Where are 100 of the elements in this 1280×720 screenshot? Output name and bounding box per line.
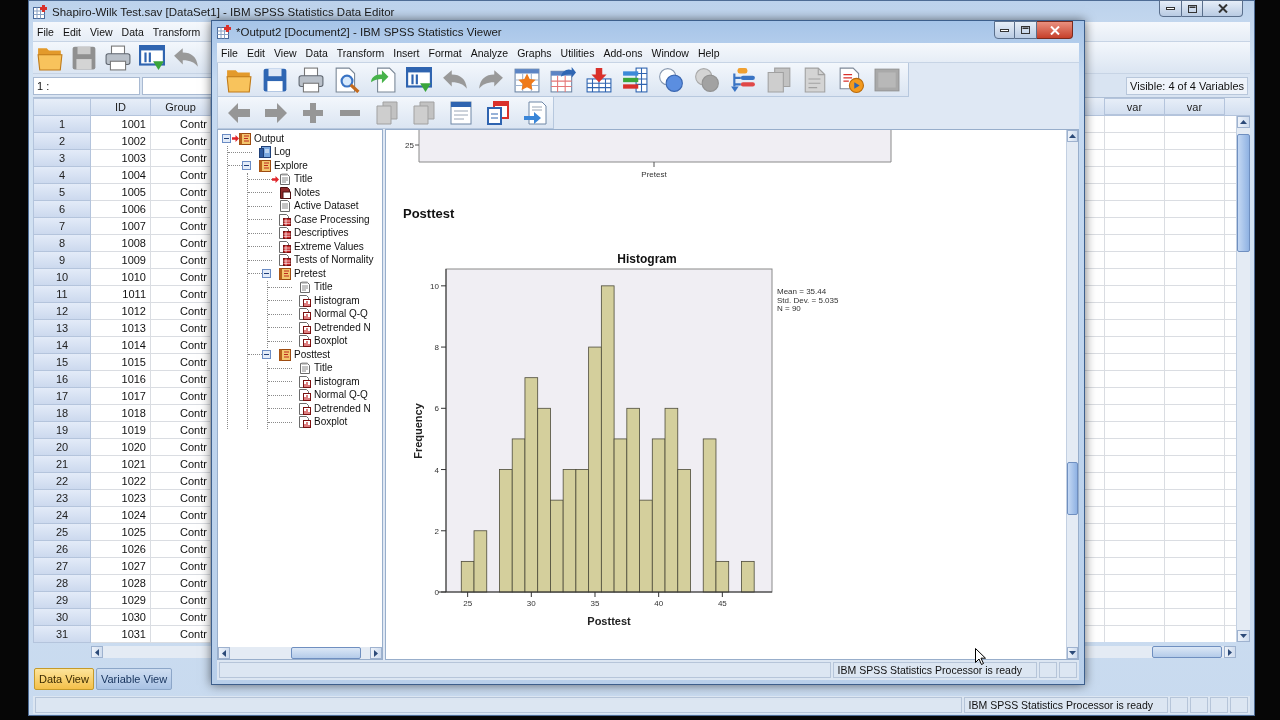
outline-item[interactable]: Title [294,173,313,186]
menu-item[interactable]: Edit [58,25,85,38]
floppy-icon[interactable] [262,66,288,93]
menu-item[interactable]: Help [693,46,724,59]
column-header[interactable]: Group [151,98,211,116]
magnifier-page-icon[interactable] [334,66,360,93]
tab[interactable]: Data View [34,668,94,690]
scroll-thumb[interactable] [1237,134,1250,252]
row-header[interactable]: 3 [33,150,91,167]
row-header[interactable]: 21 [33,456,91,473]
printer-icon[interactable] [105,44,131,71]
row-header[interactable]: 9 [33,252,91,269]
star-grid-icon[interactable] [514,66,540,93]
scroll-left-button[interactable] [91,646,103,658]
expander-icon[interactable] [262,269,271,279]
row-header[interactable]: 5 [33,184,91,201]
outline-item[interactable]: Notes [294,186,321,199]
menu-item[interactable]: Data [117,25,148,38]
outline-item[interactable]: Explore [274,159,308,172]
scroll-right-button[interactable] [370,647,382,659]
column-header[interactable]: var [1165,98,1225,115]
outline-item[interactable]: Title [314,362,333,375]
scroll-down-button[interactable] [1237,630,1250,642]
outline-item[interactable]: Normal Q-Q [314,389,368,402]
scroll-thumb[interactable] [1067,462,1078,515]
row-header[interactable]: 16 [33,371,91,388]
menu-item[interactable]: Utilities [556,46,599,59]
menu-item[interactable]: View [270,46,301,59]
outline-item[interactable]: Histogram [314,294,360,307]
scroll-thumb[interactable] [291,647,361,659]
row-header[interactable]: 7 [33,218,91,235]
menu-item[interactable]: Analyze [466,46,513,59]
page-swap-icon[interactable] [523,100,547,125]
cell-value-field[interactable] [142,76,211,95]
outline-item[interactable]: Normal Q-Q [314,308,368,321]
row-header[interactable]: 4 [33,167,91,184]
circles-icon[interactable] [658,66,684,93]
outline-item[interactable]: Active Dataset [294,200,359,213]
column-header[interactable]: ID [91,98,151,116]
bars-grid-icon[interactable] [622,66,648,93]
close-button[interactable] [1037,21,1073,39]
scroll-down-button[interactable] [1067,647,1078,659]
row-header[interactable]: 20 [33,439,91,456]
menu-item[interactable]: File [33,25,58,38]
outline-item[interactable]: Pretest [294,267,326,280]
pages-icon[interactable] [486,100,510,125]
scroll-right-button[interactable] [1224,646,1236,658]
outline-item[interactable]: Extreme Values [294,240,364,253]
printer-icon[interactable] [298,66,324,93]
tree-list-icon[interactable] [730,66,756,93]
outline-item[interactable]: Output [254,132,285,145]
row-header[interactable]: 30 [33,609,91,626]
window-arrow-icon[interactable] [139,44,165,71]
page-badge-icon[interactable] [838,66,864,93]
outline-item[interactable]: Posttest [294,348,331,361]
column-header[interactable]: var [1105,98,1165,115]
row-header[interactable]: 17 [33,388,91,405]
grid-down-arrow-icon[interactable] [586,66,612,93]
menu-item[interactable]: Insert [389,46,424,59]
scroll-up-button[interactable] [1237,116,1250,128]
header-page-icon[interactable] [449,100,473,125]
row-header[interactable]: 23 [33,490,91,507]
tab[interactable]: Variable View [95,668,173,690]
outline-item[interactable]: Boxplot [314,335,348,348]
outline-item[interactable]: Detrended N [314,402,371,415]
menu-item[interactable]: Transform [148,25,205,38]
grid-arrow-icon[interactable] [550,66,576,93]
menu-item[interactable]: Add-ons [599,46,647,59]
expander-icon[interactable] [242,161,251,171]
row-header[interactable]: 31 [33,626,91,643]
row-header[interactable]: 8 [33,235,91,252]
menu-item[interactable]: Format [424,46,466,59]
outline-item[interactable]: Log [274,146,291,159]
row-header[interactable]: 6 [33,201,91,218]
menu-item[interactable]: Transform [332,46,389,59]
row-header[interactable]: 26 [33,541,91,558]
row-header[interactable]: 19 [33,422,91,439]
close-button[interactable] [1203,0,1243,17]
row-header[interactable]: 18 [33,405,91,422]
scroll-left-button[interactable] [218,647,230,659]
row-header[interactable]: 1 [33,116,91,133]
menu-item[interactable]: View [86,25,117,38]
outline-item[interactable]: Detrended N [314,321,371,334]
horizontal-scrollbar[interactable] [218,647,382,659]
minimize-button[interactable] [994,21,1015,39]
window-arrow-icon[interactable] [406,66,432,93]
row-header[interactable]: 22 [33,473,91,490]
scroll-up-button[interactable] [1067,130,1078,142]
expander-icon[interactable] [262,350,271,360]
vertical-scrollbar[interactable] [1066,130,1078,659]
expander-icon[interactable] [222,134,231,144]
row-header[interactable]: 14 [33,337,91,354]
row-header[interactable]: 27 [33,558,91,575]
vertical-scrollbar[interactable] [1236,116,1250,642]
row-header[interactable]: 10 [33,269,91,286]
cell-reference-field[interactable]: 1 : [33,76,140,95]
row-header[interactable]: 12 [33,303,91,320]
row-header[interactable]: 13 [33,320,91,337]
menu-item[interactable]: Window [647,46,693,59]
menu-item[interactable]: Data [301,46,332,59]
